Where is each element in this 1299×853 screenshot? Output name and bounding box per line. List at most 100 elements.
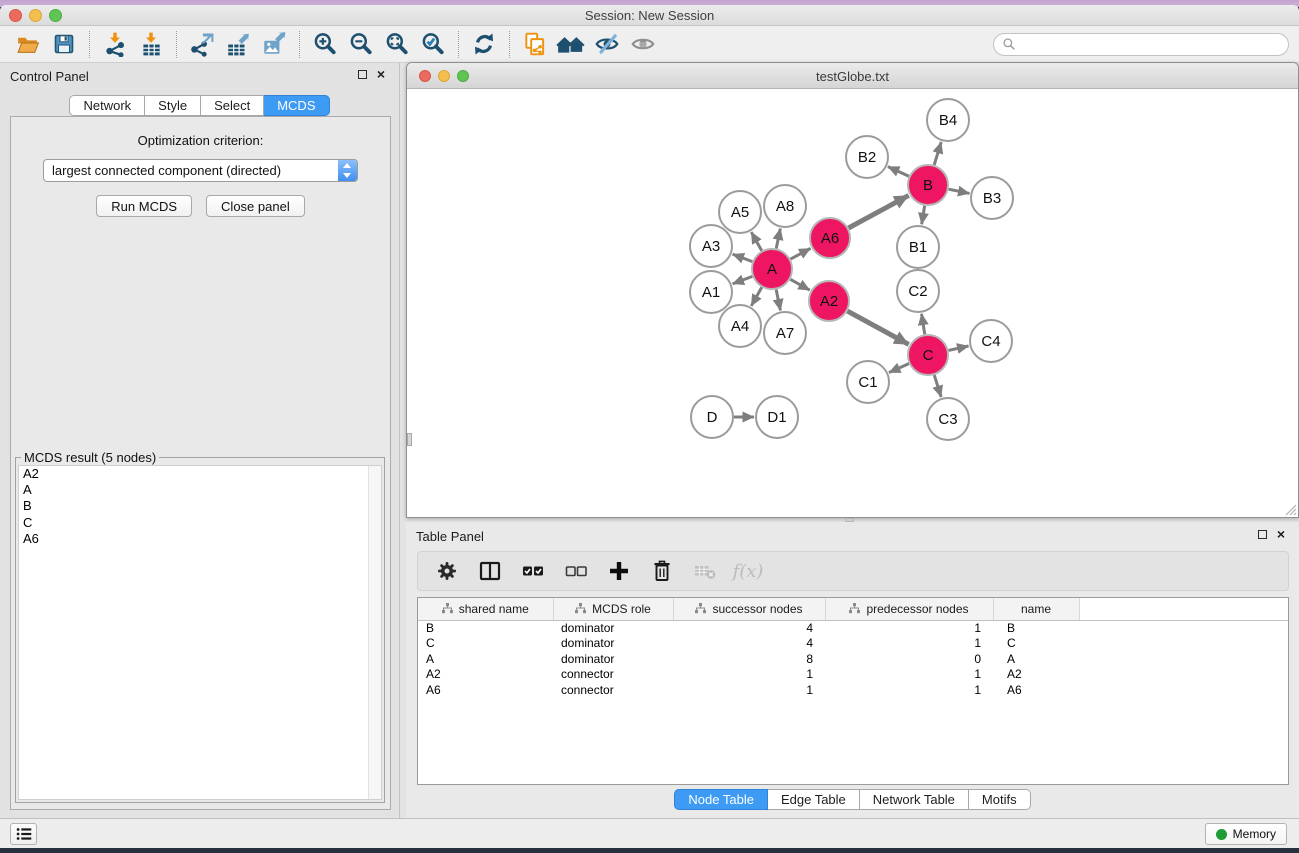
column-header-shared-name[interactable]: shared name (418, 598, 553, 620)
vertical-scrollbar[interactable] (407, 433, 412, 446)
edge-A-A1[interactable] (733, 276, 753, 283)
result-list-scrollbar[interactable] (368, 466, 381, 799)
node-A1[interactable]: A1 (690, 271, 732, 313)
new-network-from-selection-button[interactable] (517, 29, 553, 60)
node-A2[interactable]: A2 (809, 281, 849, 321)
zoom-fit-button[interactable] (379, 29, 415, 60)
edge-B-B2[interactable] (888, 167, 909, 177)
add-column-button[interactable] (604, 556, 634, 586)
node-A[interactable]: A (752, 249, 792, 289)
node-B[interactable]: B (908, 165, 948, 205)
settings-button[interactable] (432, 556, 462, 586)
function-builder-button[interactable]: f(x) (733, 556, 763, 586)
node-C2[interactable]: C2 (897, 270, 939, 312)
edge-A-A6[interactable] (791, 248, 811, 259)
search-box[interactable] (993, 33, 1289, 56)
zoom-in-button[interactable] (307, 29, 343, 60)
table-row[interactable]: A6connector11A6 (418, 683, 1288, 699)
close-panel-icon[interactable]: × (377, 70, 385, 79)
node-A3[interactable]: A3 (690, 225, 732, 267)
edge-A-A7[interactable] (776, 290, 780, 311)
node-A8[interactable]: A8 (764, 185, 806, 227)
node-B3[interactable]: B3 (971, 177, 1013, 219)
node-B2[interactable]: B2 (846, 136, 888, 178)
edge-B-B1[interactable] (922, 206, 925, 225)
close-table-panel-icon[interactable]: × (1277, 530, 1285, 539)
zoom-selected-button[interactable] (415, 29, 451, 60)
edge-A-A5[interactable] (751, 232, 761, 251)
show-all-button[interactable] (625, 29, 661, 60)
refresh-layout-button[interactable] (466, 29, 502, 60)
node-C3[interactable]: C3 (927, 398, 969, 440)
edge-C-C2[interactable] (922, 314, 925, 335)
tab-mcds[interactable]: MCDS (264, 95, 329, 116)
node-B1[interactable]: B1 (897, 226, 939, 268)
import-network-button[interactable] (97, 29, 133, 60)
column-header-predecessor-nodes[interactable]: predecessor nodes (825, 598, 993, 620)
column-header-mcds-role[interactable]: MCDS role (553, 598, 673, 620)
edge-C-C4[interactable] (948, 346, 968, 350)
node-D[interactable]: D (691, 396, 733, 438)
node-A6[interactable]: A6 (810, 218, 850, 258)
edge-A6-B[interactable] (848, 195, 908, 228)
destroy-table-button[interactable] (690, 556, 720, 586)
float-table-panel-icon[interactable] (1258, 530, 1267, 539)
edge-A-A4[interactable] (751, 287, 761, 306)
mcds-result-list[interactable]: A2ABCA6 (18, 465, 382, 800)
node-B4[interactable]: B4 (927, 99, 969, 141)
edge-B-B4[interactable] (934, 142, 941, 165)
main-titlebar[interactable]: Session: New Session (0, 5, 1299, 26)
split-view-button[interactable] (475, 556, 505, 586)
network-canvas[interactable]: A5A8A6A3AA1A2A4A7B4B2BB3B1C2C4CC1C3DD1 (407, 89, 1298, 517)
tab-edge-table[interactable]: Edge Table (768, 789, 860, 810)
node-C4[interactable]: C4 (970, 320, 1012, 362)
tab-select[interactable]: Select (201, 95, 264, 116)
edge-A2-C[interactable] (847, 311, 908, 344)
select-all-columns-button[interactable] (518, 556, 548, 586)
result-item[interactable]: C (19, 515, 381, 531)
node-C[interactable]: C (908, 335, 948, 375)
task-history-button[interactable] (10, 823, 37, 845)
close-panel-button[interactable]: Close panel (206, 195, 305, 217)
tab-network[interactable]: Network (69, 95, 145, 116)
delete-columns-button[interactable] (647, 556, 677, 586)
edge-B-B3[interactable] (949, 189, 970, 193)
edge-A-A8[interactable] (776, 229, 780, 249)
edge-C-C3[interactable] (934, 375, 941, 397)
table-row[interactable]: Bdominator41B (418, 620, 1288, 636)
column-header-successor-nodes[interactable]: successor nodes (673, 598, 825, 620)
memory-button[interactable]: Memory (1205, 823, 1287, 845)
export-table-button[interactable] (220, 29, 256, 60)
run-mcds-button[interactable]: Run MCDS (96, 195, 192, 217)
result-item[interactable]: B (19, 498, 381, 514)
open-session-button[interactable] (10, 29, 46, 60)
first-neighbors-button[interactable] (553, 29, 589, 60)
hide-selected-button[interactable] (589, 29, 625, 60)
table-row[interactable]: A2connector11A2 (418, 667, 1288, 683)
optimization-criterion-dropdown[interactable]: largest connected component (directed) (43, 159, 358, 182)
edge-C-C1[interactable] (889, 364, 909, 373)
network-window-titlebar[interactable]: testGlobe.txt (407, 63, 1298, 89)
tab-node-table[interactable]: Node Table (674, 789, 768, 810)
result-item[interactable]: A (19, 482, 381, 498)
column-header-name[interactable]: name (993, 598, 1079, 620)
tab-style[interactable]: Style (145, 95, 201, 116)
edge-A-A3[interactable] (733, 254, 753, 261)
tab-network-table[interactable]: Network Table (860, 789, 969, 810)
node-A4[interactable]: A4 (719, 305, 761, 347)
deselect-all-columns-button[interactable] (561, 556, 591, 586)
window-resize-grip[interactable] (1284, 503, 1297, 516)
table-row[interactable]: Cdominator41C (418, 636, 1288, 652)
table-row[interactable]: Adominator80A (418, 652, 1288, 668)
node-C1[interactable]: C1 (847, 361, 889, 403)
tab-motifs[interactable]: Motifs (969, 789, 1031, 810)
result-item[interactable]: A2 (19, 466, 381, 482)
node-D1[interactable]: D1 (756, 396, 798, 438)
node-A5[interactable]: A5 (719, 191, 761, 233)
save-session-button[interactable] (46, 29, 82, 60)
search-input[interactable] (1022, 35, 1278, 54)
zoom-out-button[interactable] (343, 29, 379, 60)
result-item[interactable]: A6 (19, 531, 381, 547)
import-table-button[interactable] (133, 29, 169, 60)
export-network-button[interactable] (184, 29, 220, 60)
